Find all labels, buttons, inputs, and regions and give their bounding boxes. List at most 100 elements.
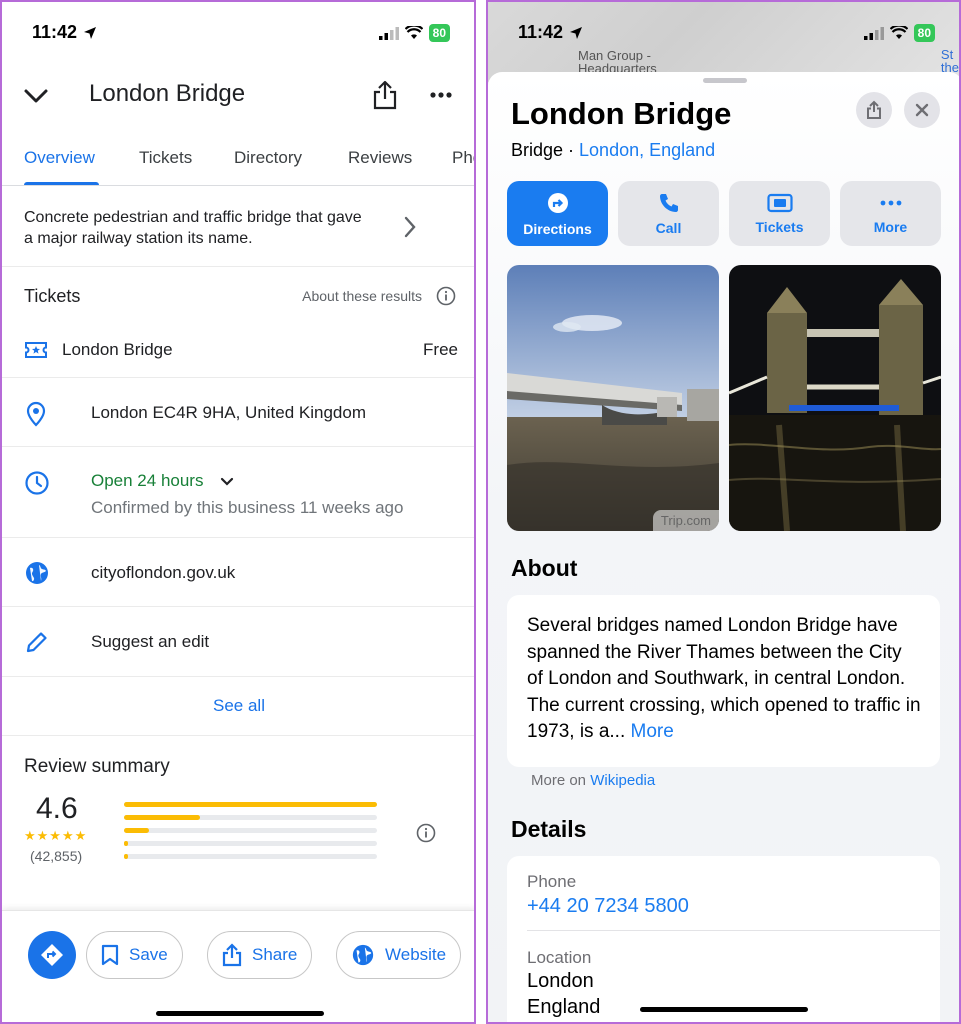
tab-photos[interactable]: Pho: [452, 148, 474, 168]
wikipedia-source: More on Wikipedia: [531, 772, 655, 789]
globe-icon: [26, 562, 48, 584]
rating-bar-fill: [124, 841, 128, 846]
about-title: About: [511, 555, 578, 581]
see-all-link[interactable]: See all: [2, 678, 474, 736]
apple-maps-screen: Man Group - Headquarters St the 11:42 80…: [486, 0, 961, 1024]
about-more-link[interactable]: More: [631, 721, 674, 742]
suggest-edit-row[interactable]: Suggest an edit: [2, 608, 474, 677]
rating-bar-fill: [124, 815, 200, 820]
about-card: Several bridges named London Bridge have…: [507, 595, 940, 767]
description-row[interactable]: Concrete pedestrian and traffic bridge t…: [2, 187, 474, 267]
tab-directory[interactable]: Directory: [234, 148, 302, 168]
tickets-button[interactable]: Tickets: [729, 181, 830, 246]
directions-button[interactable]: [28, 931, 76, 979]
bottom-action-bar: Save Share Website: [2, 910, 474, 1022]
share-icon: [867, 100, 881, 119]
website-button[interactable]: Website: [336, 931, 462, 979]
cellular-signal-icon: [863, 26, 884, 40]
photo-day-bridge[interactable]: Trip.com: [507, 265, 719, 531]
bridge-photo-day: [507, 265, 719, 531]
share-button[interactable]: Share: [207, 931, 313, 979]
map-poi-label-2[interactable]: St the: [941, 48, 959, 74]
save-label: Save: [129, 945, 168, 964]
location-line-1: London: [527, 970, 594, 992]
tickets-title: Tickets: [24, 286, 81, 306]
info-icon[interactable]: [436, 286, 456, 306]
status-time-text: 11:42: [518, 22, 564, 42]
share-icon[interactable]: [372, 80, 398, 110]
close-icon: [915, 103, 929, 117]
details-divider: [527, 930, 940, 931]
rating-bar-4: [124, 815, 377, 820]
location-arrow-icon: [84, 26, 97, 39]
call-button[interactable]: Call: [618, 181, 719, 246]
address-row[interactable]: London EC4R 9HA, United Kingdom: [2, 379, 474, 447]
rating-bar-2: [124, 841, 377, 846]
sheet-grabber[interactable]: [703, 78, 747, 83]
chevron-down-icon[interactable]: [22, 82, 50, 110]
rating-distribution: [124, 802, 377, 867]
website-row[interactable]: cityoflondon.gov.uk: [2, 539, 474, 607]
cellular-signal-icon: [378, 26, 399, 40]
place-header: London Bridge: [2, 74, 474, 118]
phone-label: Phone: [527, 872, 577, 891]
review-summary-title: Review summary: [24, 756, 170, 777]
tab-overview[interactable]: Overview: [24, 148, 95, 168]
close-button[interactable]: [904, 92, 940, 128]
location-arrow-icon: [570, 26, 583, 39]
clock-icon: [25, 471, 49, 495]
chevron-right-icon: [404, 216, 416, 238]
open-hours-status: Open 24 hours: [91, 471, 204, 490]
active-tab-indicator: [24, 182, 99, 185]
wikipedia-link[interactable]: Wikipedia: [590, 772, 655, 789]
status-icons: 80: [863, 24, 935, 42]
tab-tickets[interactable]: Tickets: [139, 148, 192, 168]
info-icon[interactable]: [416, 823, 436, 843]
wifi-icon: [404, 26, 423, 39]
ticket-icon: [766, 193, 793, 212]
rating-stars: ★★★★★: [24, 828, 88, 843]
more-button[interactable]: More: [840, 181, 941, 246]
status-time: 11:42: [518, 22, 583, 43]
bookmark-icon: [101, 944, 119, 966]
ticket-row[interactable]: London Bridge Free: [2, 324, 474, 378]
share-button[interactable]: [856, 92, 892, 128]
place-location-link[interactable]: London, England: [579, 140, 715, 160]
rating-bar-fill: [124, 802, 377, 807]
tab-reviews[interactable]: Reviews: [348, 148, 412, 168]
wifi-icon: [889, 26, 908, 39]
tickets-label: Tickets: [755, 218, 804, 235]
address-text: London EC4R 9HA, United Kingdom: [91, 403, 366, 422]
battery-indicator: 80: [428, 24, 450, 42]
place-type: Bridge ·: [511, 140, 580, 160]
hours-row[interactable]: Open 24 hours Confirmed by this business…: [2, 448, 474, 538]
globe-icon: [352, 944, 374, 966]
rating-bar-fill: [124, 828, 150, 833]
directions-button[interactable]: Directions: [507, 181, 608, 246]
photo-night-bridge[interactable]: [729, 265, 941, 531]
suggest-edit-text: Suggest an edit: [91, 632, 210, 651]
tab-bar: Overview Tickets Directory Reviews Pho: [2, 144, 474, 186]
save-button[interactable]: Save: [86, 931, 183, 979]
status-bar: 11:42 80: [488, 22, 959, 46]
about-description: Several bridges named London Bridge have…: [527, 613, 922, 746]
battery-indicator: 80: [913, 24, 935, 42]
status-icons: 80: [378, 24, 450, 42]
rating-bar-3: [124, 828, 377, 833]
about-results-link[interactable]: About these results: [302, 288, 422, 304]
place-card-sheet: London Bridge Bridge · London, England D…: [488, 72, 959, 1022]
phone-icon: [659, 193, 678, 212]
ticket-price: Free: [423, 340, 458, 359]
status-bar: 11:42 80: [2, 22, 474, 46]
more-options-icon[interactable]: [428, 82, 454, 108]
bridge-photo-night: [729, 265, 941, 531]
tickets-section-header: Tickets About these results: [2, 268, 474, 324]
rating-bar-1: [124, 854, 377, 859]
directions-icon: [547, 192, 568, 213]
phone-number-link[interactable]: +44 20 7234 5800: [527, 895, 689, 918]
status-time: 11:42: [32, 22, 97, 43]
chevron-down-icon[interactable]: [220, 477, 234, 487]
rating-value: 4.6: [36, 792, 78, 825]
location-line-2: England: [527, 996, 601, 1018]
location-label: Location: [527, 948, 592, 967]
